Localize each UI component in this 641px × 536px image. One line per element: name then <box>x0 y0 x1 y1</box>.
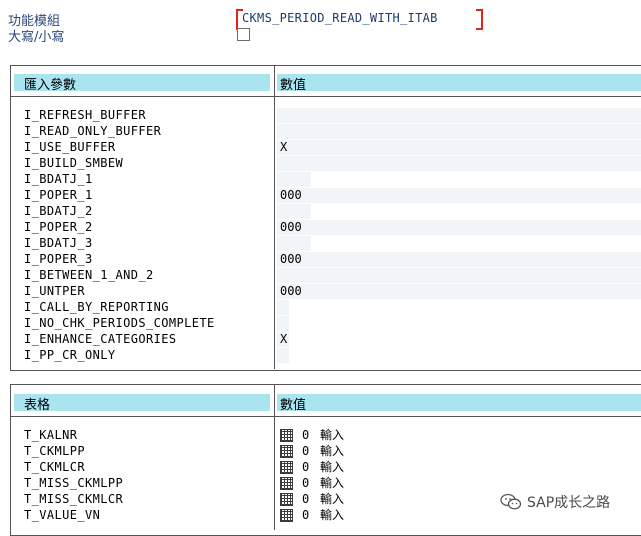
tables-title: 表格 <box>24 398 51 413</box>
import-param-name: I_BDATJ_2 <box>24 204 93 218</box>
import-param-input[interactable] <box>277 300 289 315</box>
import-param-input[interactable] <box>277 204 311 219</box>
import-values-title: 數值 <box>280 78 307 93</box>
import-param-name: I_POPER_3 <box>24 252 93 266</box>
import-param-input[interactable] <box>277 268 641 283</box>
import-param-input[interactable] <box>277 236 311 251</box>
wechat-icon <box>500 493 522 510</box>
table-param-name: T_KALNR <box>24 428 78 442</box>
import-param-name: I_BETWEEN_1_AND_2 <box>24 268 154 282</box>
table-direction-label: 輸入 <box>320 508 345 522</box>
import-param-name: I_PP_CR_ONLY <box>24 348 116 362</box>
watermark-text: SAP成长之路 <box>527 495 611 511</box>
import-param-input[interactable] <box>277 188 641 203</box>
import-param-input[interactable] <box>277 124 641 139</box>
table-direction-label: 輸入 <box>320 492 345 506</box>
table-direction-label: 輸入 <box>320 460 345 474</box>
import-param-name: I_CALL_BY_REPORTING <box>24 300 169 314</box>
import-param-name: I_BDATJ_1 <box>24 172 93 186</box>
table-row-count: 0 <box>302 444 310 458</box>
import-param-value: X <box>280 332 288 346</box>
table-param-name: T_VALUE_VN <box>24 508 101 522</box>
import-param-name: I_REFRESH_BUFFER <box>24 108 146 122</box>
table-grid-icon[interactable] <box>280 509 293 522</box>
table-row-count: 0 <box>302 428 310 442</box>
table-row-count: 0 <box>302 460 310 474</box>
tables-header <box>14 394 270 411</box>
table-param-name: T_MISS_CKMLPP <box>24 476 124 490</box>
import-param-name: I_BDATJ_3 <box>24 236 93 250</box>
table-row-count: 0 <box>302 476 310 490</box>
table-grid-icon[interactable] <box>280 477 293 490</box>
uppercase-label: 大寫/小寫 <box>8 30 65 45</box>
import-param-name: I_UNTPER <box>24 284 85 298</box>
tables-column-divider <box>274 385 275 530</box>
import-param-value: 000 <box>280 188 302 202</box>
table-direction-label: 輸入 <box>320 444 345 458</box>
import-param-input[interactable] <box>277 284 641 299</box>
tables-header-divider <box>11 416 641 417</box>
import-param-name: I_ENHANCE_CATEGORIES <box>24 332 177 346</box>
import-param-value: 000 <box>280 284 302 298</box>
import-param-name: I_BUILD_SMBEW <box>24 156 124 170</box>
import-param-input[interactable] <box>277 172 311 187</box>
import-param-input[interactable] <box>277 348 289 363</box>
import-param-name: I_NO_CHK_PERIODS_COMPLETE <box>24 316 215 330</box>
table-direction-label: 輸入 <box>320 476 345 490</box>
import-param-name: I_POPER_1 <box>24 188 93 202</box>
table-row-count: 0 <box>302 508 310 522</box>
import-param-value: 000 <box>280 252 302 266</box>
uppercase-checkbox[interactable] <box>237 28 250 41</box>
function-module-field[interactable]: CKMS_PERIOD_READ_WITH_ITAB <box>242 11 438 25</box>
import-param-value: X <box>280 140 288 154</box>
table-grid-icon[interactable] <box>280 493 293 506</box>
table-param-name: T_CKMLCR <box>24 460 85 474</box>
import-param-input[interactable] <box>277 140 641 155</box>
tables-values-title: 數值 <box>280 398 307 413</box>
import-param-input[interactable] <box>277 108 641 123</box>
import-params-title: 匯入參數 <box>24 78 77 93</box>
import-param-input[interactable] <box>277 316 289 331</box>
table-grid-icon[interactable] <box>280 461 293 474</box>
import-param-name: I_READ_ONLY_BUFFER <box>24 124 162 138</box>
import-param-input[interactable] <box>277 220 641 235</box>
import-column-divider <box>274 66 275 369</box>
import-param-input[interactable] <box>277 252 641 267</box>
import-param-name: I_POPER_2 <box>24 220 93 234</box>
import-header-divider <box>11 96 641 97</box>
table-row-count: 0 <box>302 492 310 506</box>
table-grid-icon[interactable] <box>280 429 293 442</box>
import-param-value: 000 <box>280 220 302 234</box>
input-focus-bracket-right <box>476 9 483 30</box>
import-param-input[interactable] <box>277 156 641 171</box>
table-param-name: T_MISS_CKMLCR <box>24 492 124 506</box>
import-param-name: I_USE_BUFFER <box>24 140 116 154</box>
table-param-name: T_CKMLPP <box>24 444 85 458</box>
import-values-header <box>277 74 641 91</box>
tables-values-header <box>277 394 641 411</box>
table-grid-icon[interactable] <box>280 445 293 458</box>
table-direction-label: 輸入 <box>320 428 345 442</box>
